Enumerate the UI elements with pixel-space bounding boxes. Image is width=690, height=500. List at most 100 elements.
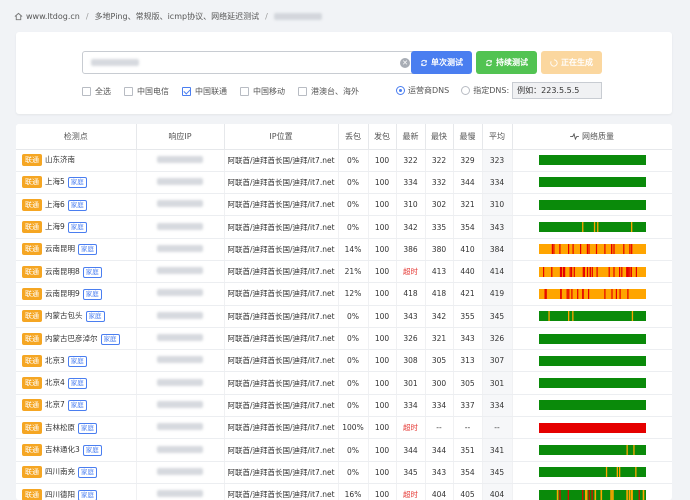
breadcrumb-page[interactable]: 多地Ping、常规版、icmp协议、网络延迟测试 <box>95 11 260 22</box>
table-row[interactable]: 联通 内蒙古巴彦淖尔 家庭 阿联酋/迪拜酋长国/迪拜/it7.net 0% 100 326 3… <box>16 327 672 351</box>
fastest-cell: 380 <box>425 238 454 261</box>
column-header[interactable]: 响应IP <box>136 124 225 150</box>
node-name: 上海6 <box>45 199 65 209</box>
dns-custom-input[interactable]: 例如：223.5.5.5 <box>512 81 603 99</box>
filter-checkbox[interactable] <box>182 86 191 96</box>
ip-redacted <box>157 334 203 342</box>
target-input-box[interactable]: ✕ <box>82 51 419 74</box>
table-row[interactable]: 联通 北京3 家庭 阿联酋/迪拜酋长国/迪拜/it7.net 0% 100 308 305 31… <box>16 349 672 373</box>
column-header-label: 发包 <box>374 131 390 141</box>
node-name: 四川德阳 <box>45 489 75 499</box>
dns-operator-label[interactable]: 运营商DNS <box>408 85 449 96</box>
column-header[interactable]: 平均 <box>482 124 513 150</box>
column-header[interactable]: 最快 <box>425 124 454 150</box>
filter-item[interactable]: 港澳台、海外 <box>298 86 359 97</box>
table-row[interactable]: 联通 内蒙古包头 家庭 阿联酋/迪拜酋长国/迪拜/it7.net 0% 100 343 342… <box>16 305 672 328</box>
isp-badge: 联通 <box>22 466 42 479</box>
continuous-test-label: 持续测试 <box>496 58 528 67</box>
home-tag: 家庭 <box>100 333 120 345</box>
response-ip-cell <box>136 416 225 440</box>
ip-location-cell: 阿联酋/迪拜酋长国/迪拜/it7.net <box>224 260 339 284</box>
filter-checkbox[interactable] <box>82 86 91 96</box>
clear-icon[interactable]: ✕ <box>400 58 410 68</box>
table-row[interactable]: 联通 云南昆明9 家庭 阿联酋/迪拜酋长国/迪拜/it7.net 12% 100 418 41… <box>16 282 672 306</box>
filter-item[interactable]: 中国联通 <box>182 86 227 97</box>
column-header-label: 最新 <box>402 131 419 141</box>
ip-location-cell: 阿联酋/迪拜酋长国/迪拜/it7.net <box>224 193 339 217</box>
quality-cell <box>512 215 672 239</box>
loss-cell: 16% <box>338 483 369 500</box>
column-header[interactable]: 丢包 <box>338 124 369 150</box>
continuous-test-button[interactable]: 持续测试 <box>476 51 537 74</box>
column-header[interactable]: IP位置 <box>224 124 339 150</box>
filter-item[interactable]: 中国电信 <box>124 86 169 97</box>
isp-badge: 联通 <box>22 198 42 211</box>
home-tag: 家庭 <box>67 400 87 412</box>
target-value-redacted <box>91 59 139 66</box>
filter-label: 中国联通 <box>195 86 227 96</box>
filter-item[interactable]: 中国移动 <box>240 86 285 97</box>
table-row[interactable]: 联通 云南昆明8 家庭 阿联酋/迪拜酋长国/迪拜/it7.net 21% 100 超时 413… <box>16 260 672 284</box>
column-header[interactable]: 检测点 <box>16 124 137 150</box>
ip-redacted <box>157 177 203 185</box>
quality-bar <box>538 355 646 366</box>
table-row[interactable]: 联通 上海9 家庭 阿联酋/迪拜酋长国/迪拜/it7.net 0% 100 342 335 35… <box>16 215 672 239</box>
filter-checkbox[interactable] <box>124 86 133 96</box>
single-test-button[interactable]: 单次测试 <box>411 51 472 74</box>
ip-redacted <box>157 155 203 163</box>
column-header[interactable]: 网络质量 <box>512 124 672 150</box>
table-row[interactable]: 联通 四川德阳 家庭 阿联酋/迪拜酋长国/迪拜/it7.net 16% 100 超时 404 4… <box>16 483 672 500</box>
ip-location-cell: 阿联酋/迪拜酋长国/迪拜/it7.net <box>224 483 339 500</box>
node-name: 云南昆明8 <box>45 266 80 276</box>
sent-cell: 100 <box>368 260 397 284</box>
fastest-cell: 321 <box>425 327 454 351</box>
column-header[interactable]: 最新 <box>396 124 426 150</box>
latest-cell: 386 <box>396 238 426 261</box>
quality-bar <box>538 422 646 433</box>
ip-location-cell: 阿联酋/迪拜酋长国/迪拜/it7.net <box>224 461 339 484</box>
ip-redacted <box>157 467 203 475</box>
table-row[interactable]: 联通 北京7 家庭 阿联酋/迪拜酋长国/迪拜/it7.net 0% 100 334 334 33… <box>16 394 672 418</box>
response-ip-cell <box>136 461 225 484</box>
quality-bar <box>538 400 646 411</box>
response-ip-cell <box>136 327 225 351</box>
sent-cell: 100 <box>368 371 397 395</box>
node-cell: 联通 吉林通化3 家庭 <box>16 438 137 462</box>
breadcrumb-site[interactable]: www.ltdog.cn <box>26 12 80 21</box>
table-row[interactable]: 联通 山东济南 阿联酋/迪拜酋长国/迪拜/it7.net 0% 100 322 322 329… <box>16 149 672 172</box>
filter-item[interactable]: 全选 <box>82 86 111 97</box>
table-row[interactable]: 联通 云南昆明 家庭 阿联酋/迪拜酋长国/迪拜/it7.net 14% 100 386 380… <box>16 238 672 261</box>
table-row[interactable]: 联通 北京4 家庭 阿联酋/迪拜酋长国/迪拜/it7.net 0% 100 301 300 30… <box>16 371 672 395</box>
filter-checkbox[interactable] <box>240 86 249 96</box>
dns-operator-radio[interactable] <box>396 85 405 95</box>
home-icon[interactable] <box>14 12 23 21</box>
column-header[interactable]: 最慢 <box>453 124 483 150</box>
latest-cell: 418 <box>396 282 426 306</box>
average-cell: 334 <box>482 171 513 195</box>
column-header[interactable]: 发包 <box>368 124 397 150</box>
quality-bar <box>538 199 646 210</box>
quality-bar <box>538 177 646 188</box>
home-tag: 家庭 <box>67 177 87 189</box>
column-header-label: 响应IP <box>168 131 192 141</box>
table-row[interactable]: 联通 四川南充 家庭 阿联酋/迪拜酋长国/迪拜/it7.net 0% 100 345 343 3… <box>16 461 672 484</box>
dns-custom-label[interactable]: 指定DNS: <box>473 85 509 96</box>
fastest-cell: -- <box>425 416 454 440</box>
home-tag: 家庭 <box>67 355 87 367</box>
table-row[interactable]: 联通 上海6 家庭 阿联酋/迪拜酋长国/迪拜/it7.net 0% 100 310 302 32… <box>16 193 672 217</box>
ip-location-cell: 阿联酋/迪拜酋长国/迪拜/it7.net <box>224 215 339 239</box>
table-header: 检测点 响应IP IP位置 丢包 发包 最新 最快 最慢 平均 网络质量 <box>16 124 672 150</box>
table-row[interactable]: 联通 吉林通化3 家庭 阿联酋/迪拜酋长国/迪拜/it7.net 0% 100 344 344… <box>16 438 672 462</box>
home-tag: 家庭 <box>67 378 87 390</box>
filter-checkbox[interactable] <box>298 86 307 96</box>
average-cell: 310 <box>482 193 513 217</box>
dns-custom-radio[interactable] <box>461 85 471 95</box>
generating-button[interactable]: 正在生成 <box>541 51 602 74</box>
quality-bar <box>538 311 646 322</box>
average-cell: 414 <box>482 260 513 284</box>
node-cell: 联通 四川德阳 家庭 <box>16 483 137 500</box>
home-tag: 家庭 <box>78 467 97 479</box>
sent-cell: 100 <box>368 193 397 217</box>
table-row[interactable]: 联通 上海5 家庭 阿联酋/迪拜酋长国/迪拜/it7.net 0% 100 334 332 34… <box>16 171 672 195</box>
table-row[interactable]: 联通 吉林松原 家庭 阿联酋/迪拜酋长国/迪拜/it7.net 100% 100 超时 -- -… <box>16 416 672 440</box>
